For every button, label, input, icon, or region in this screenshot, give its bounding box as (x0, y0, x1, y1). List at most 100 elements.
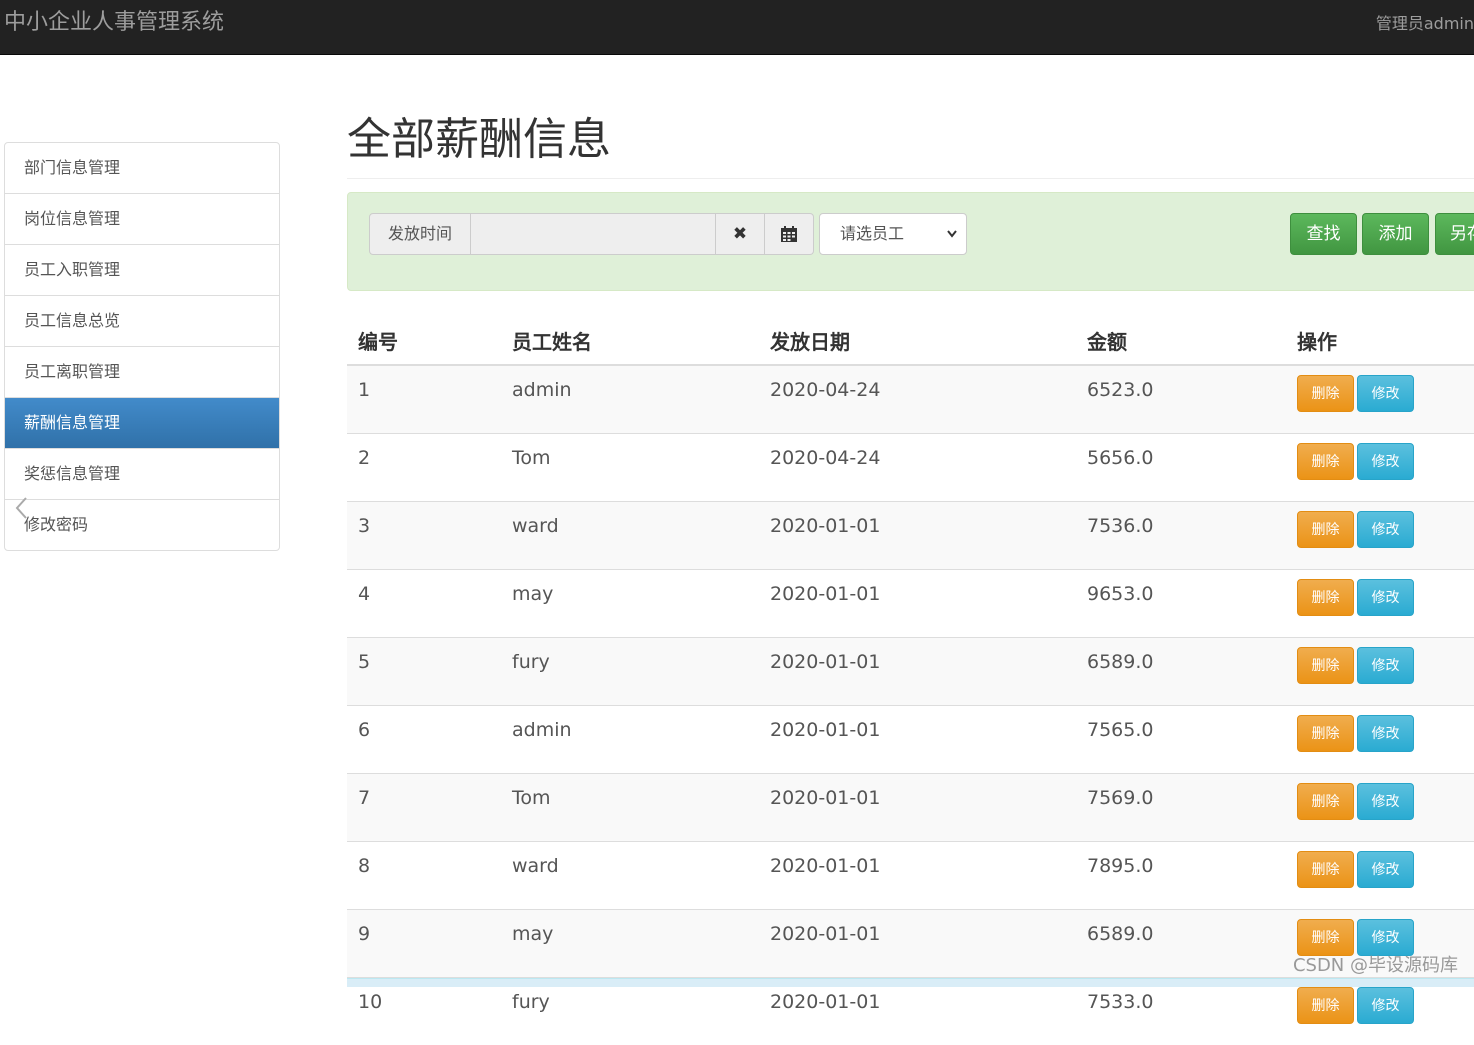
edit-button[interactable]: 修改 (1357, 647, 1414, 684)
employee-select-value: 请选员工 (840, 224, 904, 243)
cell-amount: 7536.0 (1076, 502, 1286, 570)
sidebar-item-employee-overview[interactable]: 员工信息总览 (5, 296, 279, 347)
sidebar-item-salary[interactable]: 薪酬信息管理 (5, 398, 279, 449)
edit-button[interactable]: 修改 (1357, 511, 1414, 548)
table-row: 10 fury 2020-01-01 7533.0 删除修改 (347, 978, 1474, 1045)
cell-date: 2020-01-01 (759, 638, 1076, 706)
other-button[interactable]: 另存 (1435, 213, 1474, 255)
cell-amount: 7565.0 (1076, 706, 1286, 774)
cell-amount: 6589.0 (1076, 638, 1286, 706)
edit-button[interactable]: 修改 (1357, 443, 1414, 480)
edit-button[interactable]: 修改 (1357, 919, 1414, 956)
cell-date: 2020-04-24 (759, 434, 1076, 502)
cell-id: 4 (347, 570, 501, 638)
sidebar-item-reward-punishment[interactable]: 奖惩信息管理 (5, 449, 279, 500)
table-row: 4 may 2020-01-01 9653.0 删除修改 (347, 570, 1474, 638)
delete-button[interactable]: 删除 (1297, 783, 1354, 820)
column-header-date: 发放日期 (759, 316, 1076, 365)
cell-name: Tom (501, 434, 759, 502)
cell-id: 8 (347, 842, 501, 910)
cell-date: 2020-04-24 (759, 365, 1076, 434)
cell-actions: 删除修改 (1286, 570, 1474, 638)
date-input[interactable] (471, 213, 716, 255)
column-header-id: 编号 (347, 316, 501, 365)
cell-id: 5 (347, 638, 501, 706)
cell-name: fury (501, 978, 759, 1045)
cell-name: ward (501, 502, 759, 570)
top-navbar: 中小企业人事管理系统 管理员admin (0, 0, 1474, 55)
cell-id: 9 (347, 910, 501, 978)
edit-button[interactable]: 修改 (1357, 987, 1414, 1024)
delete-button[interactable]: 删除 (1297, 443, 1354, 480)
employee-select[interactable]: 请选员工 (819, 213, 967, 255)
add-button[interactable]: 添加 (1362, 213, 1429, 255)
cell-actions: 删除修改 (1286, 434, 1474, 502)
cell-date: 2020-01-01 (759, 502, 1076, 570)
table-row: 5 fury 2020-01-01 6589.0 删除修改 (347, 638, 1474, 706)
cell-date: 2020-01-01 (759, 570, 1076, 638)
edit-button[interactable]: 修改 (1357, 579, 1414, 616)
cell-actions: 删除修改 (1286, 842, 1474, 910)
column-header-name: 员工姓名 (501, 316, 759, 365)
cell-name: ward (501, 842, 759, 910)
table-row: 1 admin 2020-04-24 6523.0 删除修改 (347, 365, 1474, 434)
edit-button[interactable]: 修改 (1357, 375, 1414, 412)
delete-button[interactable]: 删除 (1297, 579, 1354, 616)
delete-button[interactable]: 删除 (1297, 375, 1354, 412)
page-title: 全部薪酬信息 (347, 108, 611, 172)
current-user[interactable]: 管理员admin (1376, 14, 1474, 34)
column-header-actions: 操作 (1286, 316, 1474, 365)
edit-button[interactable]: 修改 (1357, 851, 1414, 888)
cell-amount: 9653.0 (1076, 570, 1286, 638)
table-row: 8 ward 2020-01-01 7895.0 删除修改 (347, 842, 1474, 910)
cell-id: 1 (347, 365, 501, 434)
cell-id: 10 (347, 978, 501, 1045)
delete-button[interactable]: 删除 (1297, 511, 1354, 548)
sidebar-item-onboarding[interactable]: 员工入职管理 (5, 245, 279, 296)
sidebar-item-change-password[interactable]: 修改密码 (5, 500, 279, 550)
cell-name: may (501, 570, 759, 638)
salary-table: 编号 员工姓名 发放日期 金额 操作 1 admin 2020-04-24 65… (347, 316, 1474, 1045)
edit-button[interactable]: 修改 (1357, 783, 1414, 820)
clear-date-button[interactable]: ✖ (716, 213, 765, 255)
cell-name: Tom (501, 774, 759, 842)
sidebar-item-resignation[interactable]: 员工离职管理 (5, 347, 279, 398)
cell-actions: 删除修改 (1286, 638, 1474, 706)
delete-button[interactable]: 删除 (1297, 987, 1354, 1024)
cell-actions: 删除修改 (1286, 365, 1474, 434)
cell-id: 3 (347, 502, 501, 570)
table-row: 2 Tom 2020-04-24 5656.0 删除修改 (347, 434, 1474, 502)
find-button[interactable]: 查找 (1290, 213, 1357, 255)
table-row: 6 admin 2020-01-01 7565.0 删除修改 (347, 706, 1474, 774)
cell-date: 2020-01-01 (759, 910, 1076, 978)
calendar-icon (780, 225, 798, 243)
title-divider (347, 178, 1474, 179)
cell-date: 2020-01-01 (759, 842, 1076, 910)
delete-button[interactable]: 删除 (1297, 647, 1354, 684)
sidebar-item-department[interactable]: 部门信息管理 (5, 143, 279, 194)
chevron-left-icon[interactable] (14, 494, 28, 522)
cell-amount: 6523.0 (1076, 365, 1286, 434)
edit-button[interactable]: 修改 (1357, 715, 1414, 752)
cell-amount: 7569.0 (1076, 774, 1286, 842)
cell-actions: 删除修改 (1286, 774, 1474, 842)
cell-name: may (501, 910, 759, 978)
cell-id: 2 (347, 434, 501, 502)
app-brand[interactable]: 中小企业人事管理系统 (4, 8, 224, 38)
cell-name: fury (501, 638, 759, 706)
table-header-row: 编号 员工姓名 发放日期 金额 操作 (347, 316, 1474, 365)
cell-amount: 7533.0 (1076, 978, 1286, 1045)
cell-amount: 5656.0 (1076, 434, 1286, 502)
column-header-amount: 金额 (1076, 316, 1286, 365)
cell-id: 6 (347, 706, 501, 774)
cell-date: 2020-01-01 (759, 774, 1076, 842)
chevron-down-icon (946, 214, 958, 270)
sidebar-item-position[interactable]: 岗位信息管理 (5, 194, 279, 245)
salary-table-container: 编号 员工姓名 发放日期 金额 操作 1 admin 2020-04-24 65… (347, 316, 1474, 1045)
delete-button[interactable]: 删除 (1297, 851, 1354, 888)
cell-amount: 7895.0 (1076, 842, 1286, 910)
calendar-button[interactable] (765, 213, 814, 255)
cell-date: 2020-01-01 (759, 978, 1076, 1045)
delete-button[interactable]: 删除 (1297, 919, 1354, 956)
delete-button[interactable]: 删除 (1297, 715, 1354, 752)
